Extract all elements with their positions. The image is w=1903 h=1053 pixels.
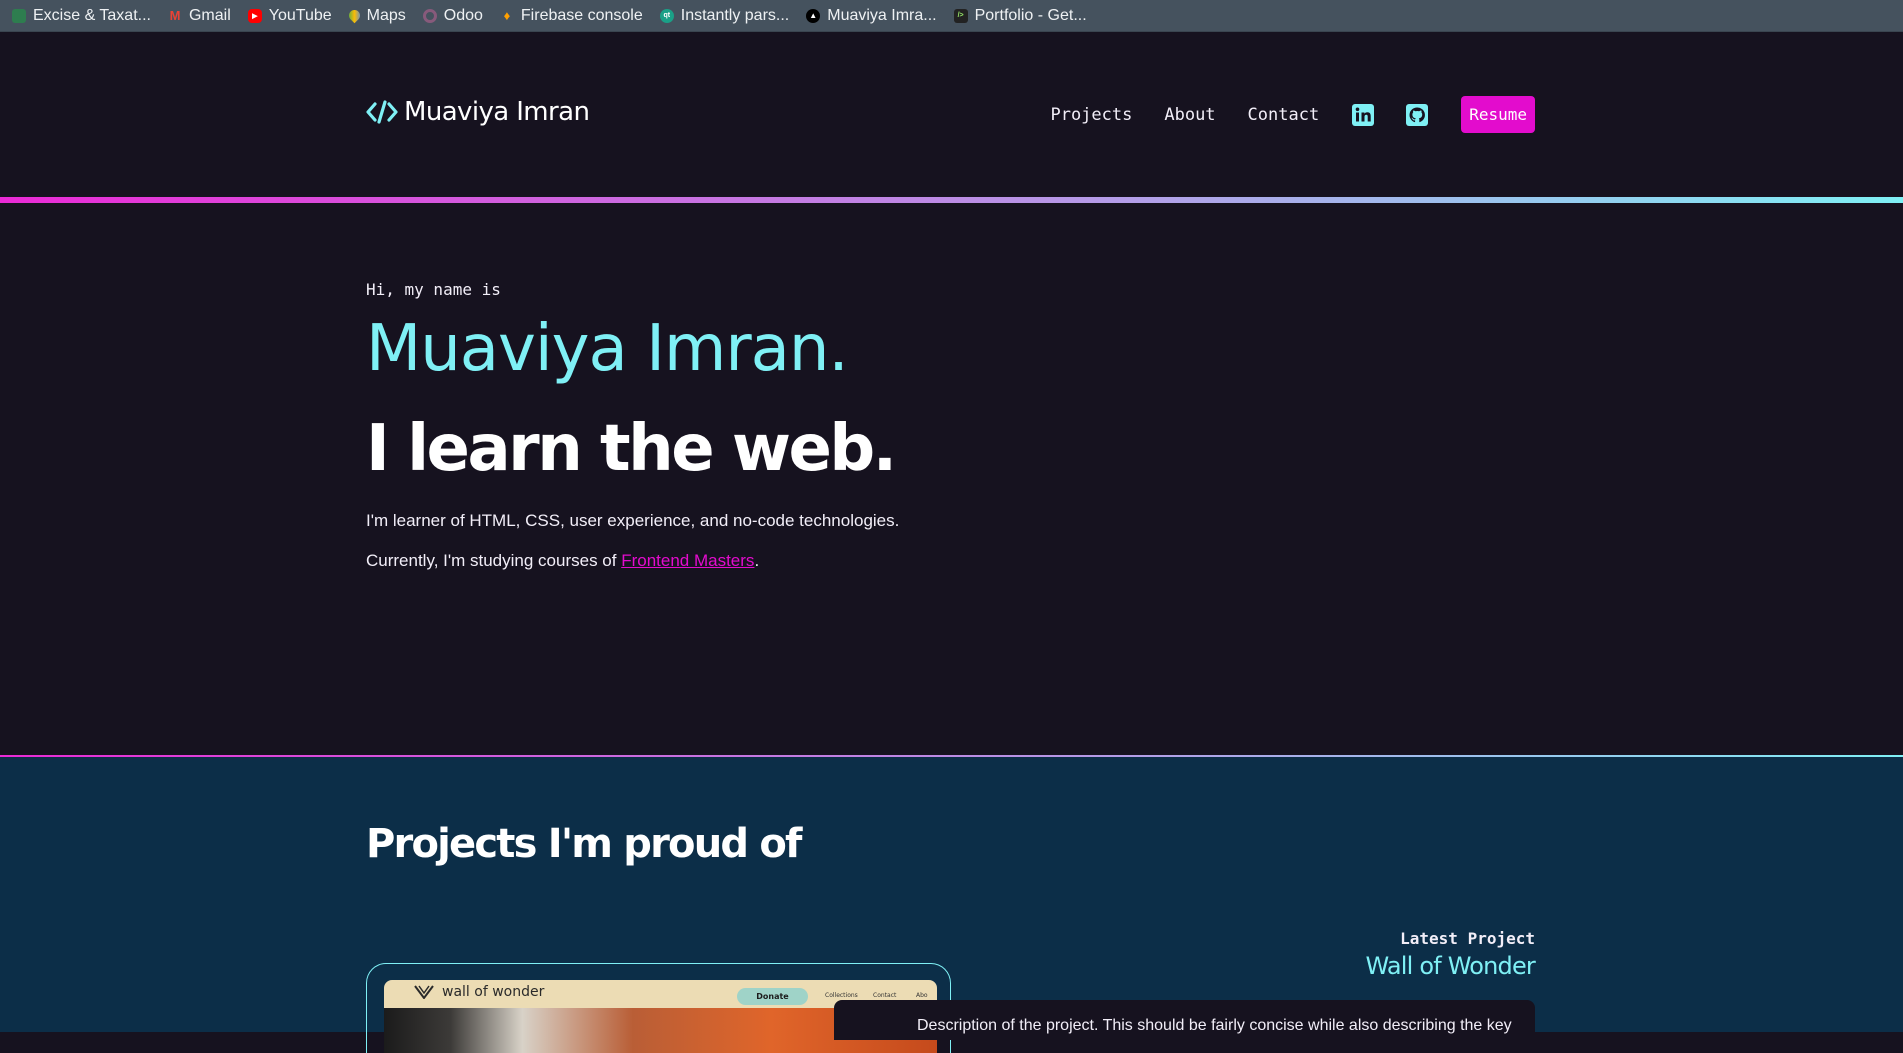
youtube-icon: ▶ <box>247 8 262 23</box>
latest-project-title[interactable]: Wall of Wonder <box>1365 952 1535 980</box>
project-description-card: Description of the project. This should … <box>834 1000 1535 1040</box>
hero-study-suffix: . <box>754 551 760 570</box>
github-icon[interactable] <box>1405 103 1429 127</box>
screenshot-nav-collections: Collections <box>825 992 858 999</box>
screenshot-nav-about: Abo <box>916 992 928 999</box>
screenshot-logo: wall of wonder <box>414 984 544 1000</box>
bookmark-portfolio[interactable]: /> Portfolio - Get... <box>953 6 1087 25</box>
bookmark-maps[interactable]: Maps <box>346 6 406 25</box>
project-description: Description of the project. This should … <box>917 1017 1512 1034</box>
resume-button[interactable]: Resume <box>1461 96 1535 133</box>
bookmark-label: Portfolio - Get... <box>974 6 1087 24</box>
projects-title: Projects I'm proud of <box>366 821 802 867</box>
bookmark-label: YouTube <box>268 6 332 24</box>
screenshot-nav-contact: Contact <box>873 992 897 999</box>
bookmark-label: Firebase console <box>520 6 643 24</box>
logo-text: Muaviya Imran <box>404 97 590 127</box>
excise-icon <box>12 8 26 23</box>
site-logo[interactable]: Muaviya Imran <box>366 97 590 127</box>
bookmark-label: Excise & Taxat... <box>33 6 151 24</box>
header-gradient-rule <box>0 197 1903 203</box>
linkedin-icon[interactable] <box>1351 103 1375 127</box>
bookmark-odoo[interactable]: Odoo <box>422 6 483 25</box>
maps-icon <box>346 7 362 24</box>
odoo-icon <box>422 8 437 23</box>
bookmark-muaviya[interactable]: ▲ Muaviya Imra... <box>806 6 937 25</box>
hero-intro: I'm learner of HTML, CSS, user experienc… <box>366 511 900 530</box>
bookmark-excise[interactable]: Excise & Taxat... <box>12 7 151 25</box>
projects-section: Projects I'm proud of wall of wonder Don… <box>0 755 1903 1053</box>
wall-of-wonder-logo-icon <box>414 985 434 999</box>
hero-greeting: Hi, my name is <box>366 280 501 299</box>
bookmark-instantly[interactable]: qt Instantly pars... <box>659 6 790 25</box>
main-nav: Projects About Contact Resume <box>1050 96 1535 133</box>
projects-gradient-rule <box>0 755 1903 757</box>
nav-projects[interactable]: Projects <box>1050 105 1132 125</box>
nav-about[interactable]: About <box>1164 105 1215 125</box>
screenshot-donate-button: Donate <box>737 988 808 1005</box>
bookmarks-bar: Excise & Taxat... M Gmail ▶ YouTube Maps… <box>0 0 1903 32</box>
hero-tagline: I learn the web. <box>366 412 897 486</box>
nav-contact[interactable]: Contact <box>1248 105 1320 125</box>
firebase-icon: ♦ <box>503 8 511 23</box>
screenshot-logo-text: wall of wonder <box>442 984 545 1000</box>
bookmark-label: Instantly pars... <box>680 6 790 24</box>
bookmark-label: Maps <box>366 6 406 24</box>
gmail-icon: M <box>169 8 181 23</box>
frontend-masters-link[interactable]: Frontend Masters <box>621 551 754 570</box>
bookmark-label: Muaviya Imra... <box>827 6 937 24</box>
bookmark-youtube[interactable]: ▶ YouTube <box>247 6 332 25</box>
bookmark-label: Odoo <box>443 6 483 24</box>
bookmark-firebase[interactable]: ♦ Firebase console <box>500 7 643 25</box>
hero-study-prefix: Currently, I'm studying courses of <box>366 551 622 570</box>
latest-project-heading: Latest Project Wall of Wonder <box>1365 929 1535 980</box>
code-icon: /> <box>953 8 968 23</box>
bookmark-label: Gmail <box>188 6 231 24</box>
triangle-icon: ▲ <box>806 8 821 23</box>
site-header <box>0 33 1903 198</box>
hero-name: Muaviya Imran. <box>366 312 849 386</box>
code-brackets-icon <box>366 100 398 124</box>
latest-project-label: Latest Project <box>1400 929 1535 948</box>
instantly-icon: qt <box>659 8 674 23</box>
bookmark-gmail[interactable]: M Gmail <box>168 7 231 25</box>
hero-study: Currently, I'm studying courses of Front… <box>366 549 1466 573</box>
hero-section: Hi, my name is Muaviya Imran. I learn th… <box>366 280 1466 573</box>
